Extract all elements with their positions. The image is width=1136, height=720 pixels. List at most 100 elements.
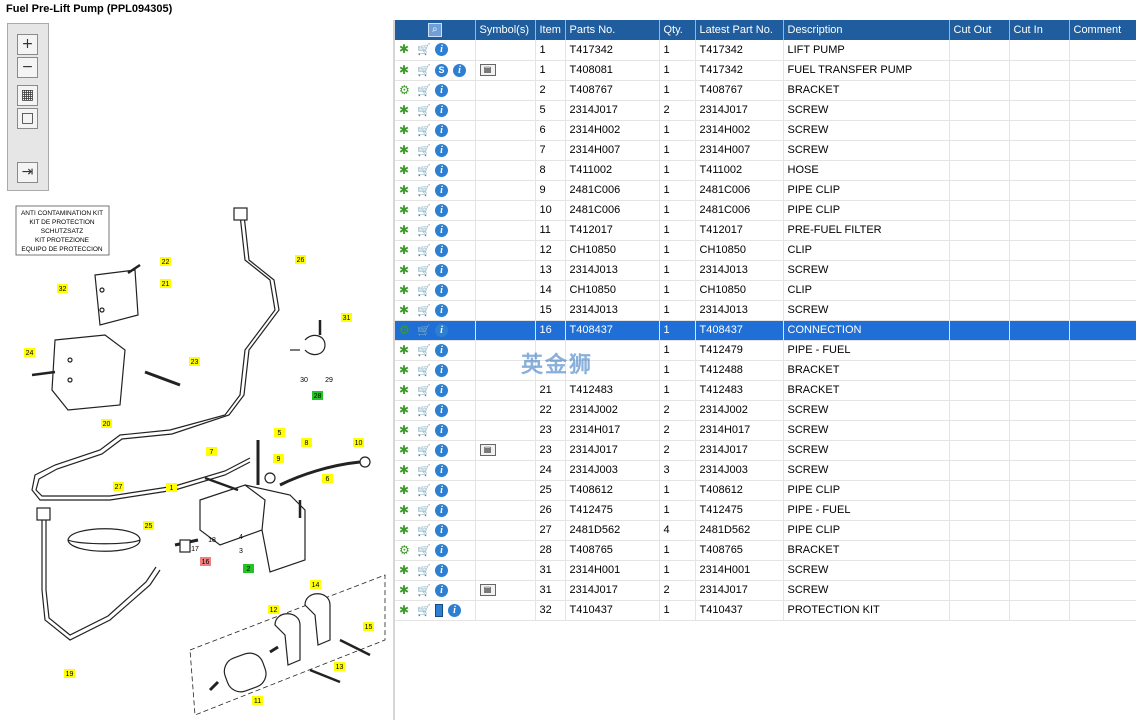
cart-icon[interactable]: 🛒: [417, 304, 431, 317]
callout-1[interactable]: 1: [170, 485, 174, 492]
info-icon[interactable]: i: [435, 343, 448, 357]
col-header-search[interactable]: ⌕: [395, 20, 476, 40]
table-row[interactable]: ✱ 🛒 i 26 T412475 1 T412475 PIPE - FUEL: [395, 500, 1136, 521]
table-row[interactable]: ✱ 🛒 i 25 T408612 1 T408612 PIPE CLIP: [395, 480, 1136, 501]
fit-grid-button[interactable]: ▦: [17, 85, 38, 106]
cart-icon[interactable]: 🛒: [417, 124, 431, 137]
gear-icon[interactable]: ✱: [399, 403, 412, 417]
gears-icon[interactable]: ⚙: [399, 323, 412, 337]
cart-icon[interactable]: 🛒: [417, 524, 431, 537]
document-icon[interactable]: [435, 603, 443, 617]
callout-24[interactable]: 24: [26, 350, 34, 357]
callout-15[interactable]: 15: [365, 624, 373, 631]
cart-icon[interactable]: 🛒: [417, 43, 431, 56]
gear-icon[interactable]: ✱: [399, 43, 412, 56]
info-icon[interactable]: i: [435, 223, 448, 237]
table-row[interactable]: ✱ 🛒 i 32 T410437 1 T410437 PROTECTION KIT: [395, 600, 1136, 621]
gear-icon[interactable]: ✱: [399, 183, 412, 197]
callout-3[interactable]: 3: [239, 548, 243, 555]
cart-icon[interactable]: 🛒: [417, 104, 431, 117]
table-row[interactable]: ✱ 🛒 i 31 2314H001 1 2314H001 SCREW: [395, 560, 1136, 581]
info-icon[interactable]: i: [435, 483, 448, 497]
callout-10[interactable]: 10: [355, 440, 363, 447]
gear-icon[interactable]: ✱: [399, 363, 412, 377]
table-row[interactable]: ✱ 🛒 i 15 2314J013 1 2314J013 SCREW: [395, 300, 1136, 321]
cart-icon[interactable]: 🛒: [417, 364, 431, 377]
info-icon[interactable]: i: [435, 523, 448, 537]
cart-icon[interactable]: 🛒: [417, 144, 431, 157]
info-icon[interactable]: i: [435, 383, 448, 397]
info-icon[interactable]: i: [435, 443, 448, 457]
col-header-description[interactable]: Description: [783, 20, 950, 40]
table-row[interactable]: ✱ 🛒 i 10 2481C006 1 2481C006 PIPE CLIP: [395, 200, 1136, 221]
callout-29[interactable]: 29: [325, 377, 333, 384]
info-icon[interactable]: i: [435, 263, 448, 277]
gear-icon[interactable]: ✱: [399, 263, 412, 277]
callout-8[interactable]: 8: [305, 440, 309, 447]
cart-icon[interactable]: 🛒: [417, 204, 431, 217]
cart-icon[interactable]: 🛒: [417, 224, 431, 237]
info-icon[interactable]: i: [435, 143, 448, 157]
gears-icon[interactable]: ⚙: [399, 543, 412, 557]
info-icon[interactable]: i: [435, 403, 448, 417]
table-row[interactable]: ✱ 🛒 i 1 T412479 PIPE - FUEL: [395, 340, 1136, 361]
cart-icon[interactable]: 🛒: [417, 284, 431, 297]
cart-icon[interactable]: 🛒: [417, 184, 431, 197]
gear-icon[interactable]: ✱: [399, 303, 412, 317]
callout-6[interactable]: 6: [326, 476, 330, 483]
info-icon[interactable]: i: [435, 363, 448, 377]
col-header-comment[interactable]: Comment: [1069, 20, 1136, 40]
info-icon[interactable]: i: [435, 123, 448, 137]
col-header-latest-part-no[interactable]: Latest Part No.: [695, 20, 784, 40]
callout-31[interactable]: 31: [343, 315, 351, 322]
col-header-cut-in[interactable]: Cut In: [1009, 20, 1070, 40]
cart-icon[interactable]: 🛒: [417, 604, 431, 617]
table-row[interactable]: ✱ 🛒 i 1 T412488 BRACKET: [395, 360, 1136, 381]
table-row[interactable]: ✱ 🛒 i 12 CH10850 1 CH10850 CLIP: [395, 240, 1136, 261]
fit-window-button[interactable]: □: [17, 108, 38, 129]
gear-icon[interactable]: ✱: [399, 463, 412, 477]
callout-5[interactable]: 5: [278, 430, 282, 437]
info-icon[interactable]: i: [435, 303, 448, 317]
cart-icon[interactable]: 🛒: [417, 404, 431, 417]
gear-icon[interactable]: ✱: [399, 343, 412, 357]
info-icon[interactable]: i: [435, 463, 448, 477]
info-icon[interactable]: i: [435, 543, 448, 557]
info-icon[interactable]: i: [435, 283, 448, 297]
callout-17[interactable]: 17: [191, 546, 199, 553]
info-icon[interactable]: i: [435, 163, 448, 177]
callout-12[interactable]: 12: [270, 607, 278, 614]
cart-icon[interactable]: 🛒: [417, 164, 431, 177]
gear-icon[interactable]: ✱: [399, 603, 412, 617]
table-row[interactable]: ✱ 🛒 i ▤ 31 2314J017 2 2314J017 SCREW: [395, 580, 1136, 601]
cart-icon[interactable]: 🛒: [417, 484, 431, 497]
callout-28[interactable]: 28: [314, 393, 322, 400]
cart-icon[interactable]: 🛒: [417, 324, 431, 337]
table-row[interactable]: ✱ 🛒 i 6 2314H002 1 2314H002 SCREW: [395, 120, 1136, 141]
callout-14[interactable]: 14: [312, 582, 320, 589]
cart-icon[interactable]: 🛒: [417, 344, 431, 357]
gear-icon[interactable]: ✱: [399, 583, 412, 597]
table-row[interactable]: ✱ 🛒 i 1 T417342 1 T417342 LIFT PUMP: [395, 40, 1136, 61]
info-icon[interactable]: i: [435, 423, 448, 437]
table-row[interactable]: ⚙ 🛒 i 28 T408765 1 T408765 BRACKET: [395, 540, 1136, 561]
gear-icon[interactable]: ✱: [399, 563, 412, 577]
gear-icon[interactable]: ✱: [399, 483, 412, 497]
gears-icon[interactable]: ⚙: [399, 83, 412, 97]
info-icon[interactable]: i: [435, 83, 448, 97]
gear-icon[interactable]: ✱: [399, 523, 412, 537]
callout-16[interactable]: 16: [202, 559, 210, 566]
col-header-item[interactable]: Item: [535, 20, 566, 40]
cart-icon[interactable]: 🛒: [417, 84, 431, 97]
callout-30[interactable]: 30: [300, 377, 308, 384]
callout-4[interactable]: 4: [239, 534, 243, 541]
table-row[interactable]: ✱ 🛒 i 13 2314J013 1 2314J013 SCREW: [395, 260, 1136, 281]
cart-icon[interactable]: 🛒: [417, 464, 431, 477]
cart-icon[interactable]: 🛒: [417, 544, 431, 557]
gear-icon[interactable]: ✱: [399, 143, 412, 157]
export-button[interactable]: ⇥: [17, 162, 38, 183]
book-icon[interactable]: ▤: [479, 64, 496, 77]
gear-icon[interactable]: ✱: [399, 443, 412, 457]
table-row[interactable]: ✱ 🛒 Si ▤ 1 T408081 1 T417342 FUEL TRANSFER PUMP: [395, 60, 1136, 81]
col-header-cut-out[interactable]: Cut Out: [949, 20, 1010, 40]
